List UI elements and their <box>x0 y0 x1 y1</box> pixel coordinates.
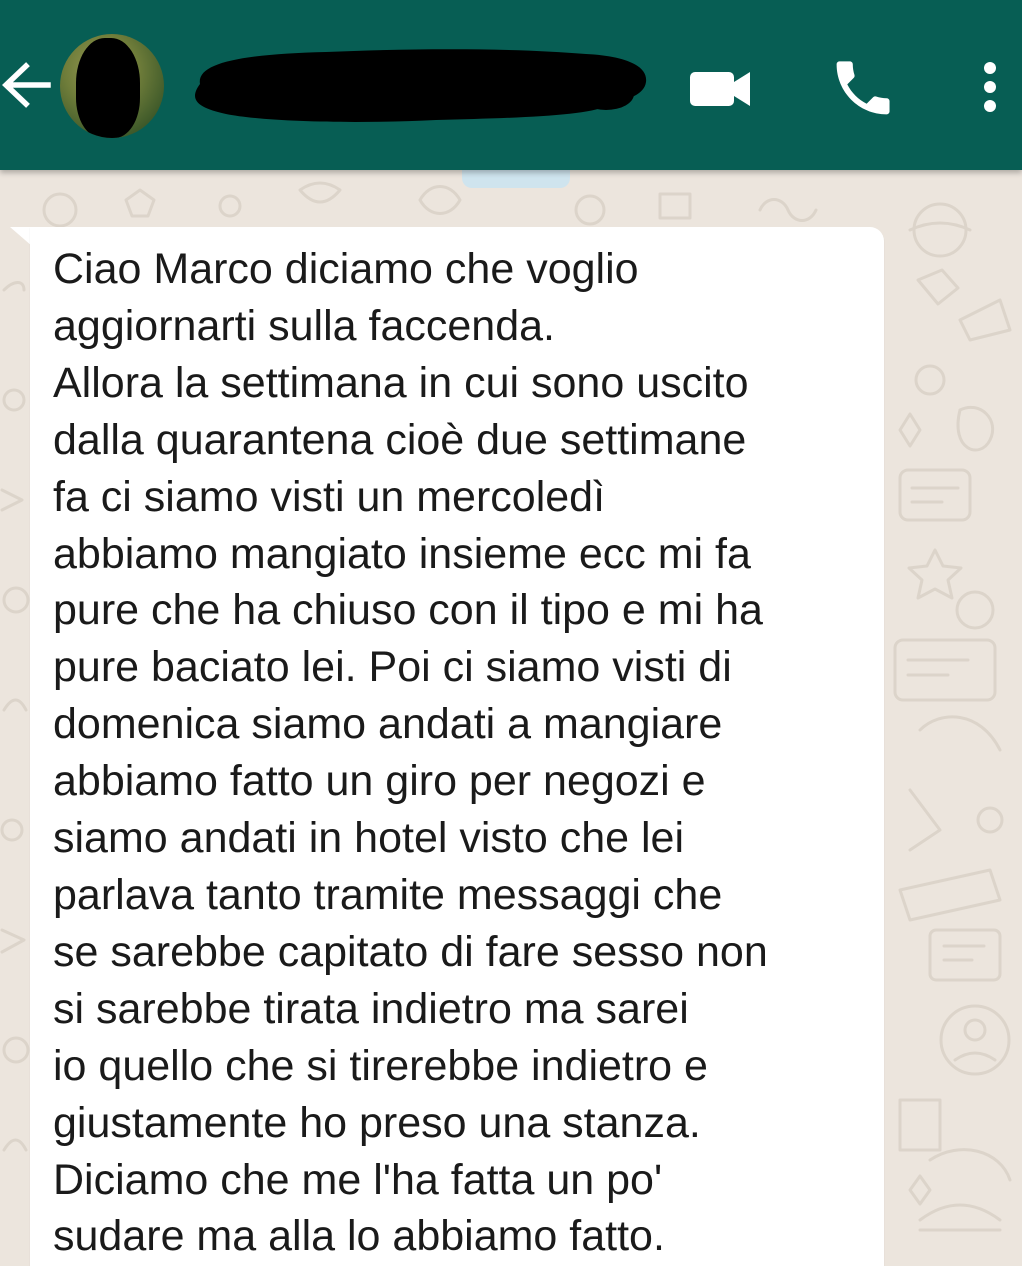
arrow-left-icon <box>2 62 51 108</box>
more-vertical-icon <box>984 62 996 112</box>
more-options-button[interactable] <box>954 52 1022 124</box>
message-text: Ciao Marco diciamo che voglio aggiornart… <box>53 245 768 1261</box>
video-call-button[interactable] <box>684 52 756 124</box>
avatar-redaction <box>76 38 140 138</box>
back-button[interactable] <box>0 50 56 120</box>
name-redaction <box>195 49 647 122</box>
contact-avatar[interactable] <box>60 34 164 138</box>
date-chip <box>462 170 570 188</box>
chat-header <box>0 0 1022 170</box>
incoming-message-bubble[interactable]: Ciao Marco diciamo che voglio aggiornart… <box>30 227 884 1266</box>
videocam-icon <box>690 72 750 106</box>
phone-icon <box>836 61 890 115</box>
voice-call-button[interactable] <box>826 52 898 124</box>
contact-name[interactable] <box>186 44 656 128</box>
